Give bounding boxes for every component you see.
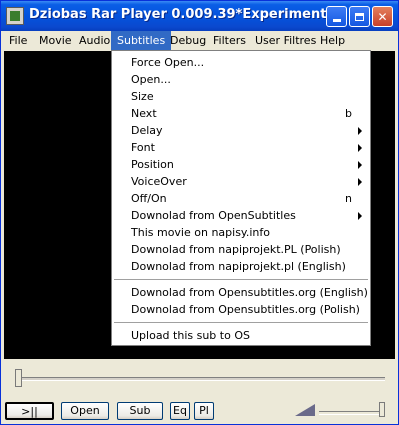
menu-item-size[interactable]: Size — [112, 88, 370, 105]
volume-thumb[interactable] — [379, 402, 385, 417]
menu-separator — [114, 322, 368, 324]
playlist-button[interactable]: Pl — [194, 402, 214, 420]
menu-subtitles[interactable]: Subtitles — [111, 31, 172, 50]
shortcut-label: b — [345, 107, 352, 120]
menu-movie[interactable]: Movie — [33, 31, 78, 50]
menu-separator — [114, 279, 368, 281]
menu-item-off-on[interactable]: Off/On n — [112, 190, 370, 207]
play-pause-button[interactable]: >|| — [5, 402, 54, 420]
menu-item-next[interactable]: Next b — [112, 105, 370, 122]
minimize-icon — [332, 19, 341, 22]
shortcut-label: n — [345, 192, 352, 205]
close-button[interactable]: ✕ — [372, 6, 393, 27]
menu-help[interactable]: Help — [314, 31, 351, 50]
title-bar[interactable]: Dziobas Rar Player 0.009.39*Experimental… — [1, 1, 398, 31]
volume-icon — [295, 404, 315, 416]
menu-item-position[interactable]: Position — [112, 156, 370, 173]
menu-item-upload-sub[interactable]: Upload this sub to OS — [112, 327, 370, 344]
submenu-arrow-icon — [358, 161, 362, 169]
menu-item-download-opensubtitles[interactable]: Downolad from OpenSubtitles — [112, 207, 370, 224]
menu-item-open[interactable]: Open... — [112, 71, 370, 88]
submenu-arrow-icon — [358, 144, 362, 152]
submenu-arrow-icon — [358, 178, 362, 186]
menu-item-napiprojekt-polish[interactable]: Downolad from napiprojekt.PL (Polish) — [112, 241, 370, 258]
seek-bar[interactable] — [15, 377, 385, 381]
menu-bar: File Movie Audio Subtitles Debug Filters… — [1, 31, 398, 50]
menu-item-napiprojekt-english[interactable]: Downolad from napiprojekt.pl (English) — [112, 258, 370, 275]
maximize-icon — [355, 12, 364, 21]
close-icon: ✕ — [377, 9, 388, 24]
submenu-arrow-icon — [358, 212, 362, 220]
menu-item-opensubtitles-english[interactable]: Downolad from Opensubtitles.org (English… — [112, 284, 370, 301]
maximize-button[interactable] — [349, 6, 370, 27]
menu-item-force-open[interactable]: Force Open... — [112, 54, 370, 71]
menu-file[interactable]: File — [3, 31, 33, 50]
open-button[interactable]: Open — [61, 402, 109, 420]
menu-item-napisy-info[interactable]: This movie on napisy.info — [112, 224, 370, 241]
window-title: Dziobas Rar Player 0.009.39*Experimental… — [29, 7, 347, 22]
menu-item-opensubtitles-polish[interactable]: Downolad from Opensubtitles.org (Polish) — [112, 301, 370, 318]
menu-audio[interactable]: Audio — [73, 31, 116, 50]
menu-filters[interactable]: Filters — [207, 31, 252, 50]
seek-thumb[interactable] — [15, 369, 22, 387]
subtitles-dropdown: Force Open... Open... Size Next b Delay F… — [111, 50, 371, 346]
submenu-arrow-icon — [358, 127, 362, 135]
control-panel: >|| Open Sub Eq Pl — [1, 359, 398, 424]
menu-user-filtres[interactable]: User Filtres — [249, 31, 322, 50]
eq-button[interactable]: Eq — [170, 402, 190, 420]
app-icon[interactable] — [6, 7, 24, 25]
menu-debug[interactable]: Debug — [164, 31, 212, 50]
minimize-button[interactable] — [326, 6, 347, 27]
menu-item-font[interactable]: Font — [112, 139, 370, 156]
menu-item-delay[interactable]: Delay — [112, 122, 370, 139]
menu-item-voiceover[interactable]: VoiceOver — [112, 173, 370, 190]
volume-slider[interactable] — [319, 411, 383, 415]
app-window: Dziobas Rar Player 0.009.39*Experimental… — [0, 0, 399, 425]
sub-button[interactable]: Sub — [117, 402, 163, 420]
